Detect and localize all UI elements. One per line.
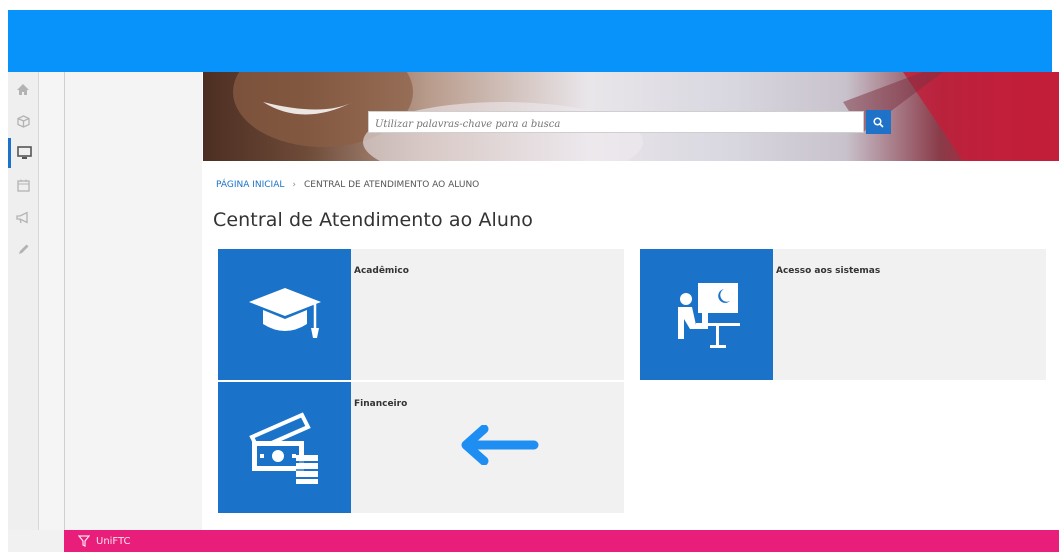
- search-box: [368, 111, 864, 135]
- search-input[interactable]: [369, 114, 863, 135]
- tile-academico[interactable]: Acadêmico: [218, 249, 624, 380]
- pencil-icon: [18, 244, 28, 254]
- tile-label: Acesso aos sistemas: [776, 266, 881, 276]
- calendar-icon: [16, 179, 30, 192]
- monitor-icon: [17, 146, 32, 159]
- filter-icon: [78, 535, 90, 547]
- search-icon: [873, 116, 884, 128]
- breadcrumb: PÁGINA INICIAL › CENTRAL DE ATENDIMENTO AO…: [216, 180, 479, 190]
- sidebar-item-calendar[interactable]: [8, 170, 38, 200]
- top-bar: [8, 10, 1052, 72]
- tile-icon-box: [218, 249, 351, 380]
- tile-label: Acadêmico: [354, 266, 409, 276]
- page-title: Central de Atendimento ao Aluno: [213, 209, 533, 231]
- breadcrumb-current: CENTRAL DE ATENDIMENTO AO ALUNO: [304, 180, 480, 190]
- graduation-cap-icon: [248, 287, 321, 338]
- computer-desk-icon: [677, 282, 740, 348]
- footer-left-block: [8, 530, 64, 552]
- sidebar-item-announcements[interactable]: [8, 202, 38, 232]
- sidebar-item-edit[interactable]: [8, 234, 38, 264]
- footer-bar: UniFTC: [64, 530, 1059, 552]
- breadcrumb-home-link[interactable]: PÁGINA INICIAL: [216, 180, 284, 190]
- tile-acesso-sistemas[interactable]: Acesso aos sistemas: [640, 249, 1046, 380]
- home-icon: [17, 83, 29, 95]
- secondary-sidebar: [39, 72, 65, 530]
- footer-brand[interactable]: UniFTC: [96, 536, 131, 547]
- sidebar-item-home[interactable]: [8, 74, 38, 104]
- breadcrumb-separator: ›: [292, 180, 296, 190]
- tile-icon-box: [218, 382, 351, 513]
- money-icon: [248, 411, 318, 484]
- left-gutter: [65, 72, 202, 530]
- tile-financeiro[interactable]: Financeiro: [218, 382, 624, 513]
- main-sidebar: [8, 72, 39, 530]
- megaphone-icon: [16, 210, 28, 224]
- search-button[interactable]: [866, 110, 891, 134]
- arrow-left-icon: [461, 425, 539, 465]
- sidebar-item-monitor[interactable]: [8, 138, 38, 168]
- cube-icon: [16, 114, 30, 128]
- tile-icon-box: [640, 249, 773, 380]
- tile-label: Financeiro: [354, 399, 408, 409]
- sidebar-item-products[interactable]: [8, 106, 38, 136]
